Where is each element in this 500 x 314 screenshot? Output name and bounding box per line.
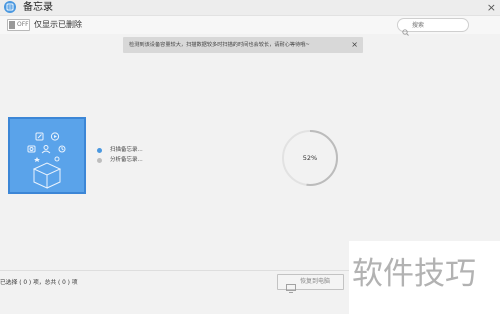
- memo-app-icon: [4, 1, 16, 13]
- status-label: 扫描备忘录...: [110, 147, 143, 153]
- toolbar: OFF 仅显示已删除: [0, 16, 500, 36]
- search-icon: [402, 21, 409, 40]
- progress-percent: 52%: [302, 154, 318, 162]
- toggle-state-text: OFF: [17, 21, 29, 28]
- restore-button-label: 恢复到电脑: [300, 278, 331, 285]
- status-label: 分析备忘录...: [110, 157, 143, 163]
- notice-text: 检测到该设备容量较大，扫描数据较多时扫描的时间也会较长，请耐心等待哦~: [129, 42, 310, 48]
- toggle-knob: [9, 21, 15, 29]
- notice-close-button[interactable]: ×: [351, 37, 358, 53]
- footer-divider: [0, 270, 349, 271]
- search-box[interactable]: [397, 18, 469, 36]
- restore-to-pc-button[interactable]: 恢复到电脑: [277, 274, 344, 293]
- selection-count: 已选择 ( 0 ) 项，总共 ( 0 ) 项: [0, 280, 78, 286]
- title-bar: 备忘录 ×: [0, 0, 500, 16]
- watermark-logo: 软件技巧: [352, 256, 476, 292]
- show-deleted-toggle[interactable]: OFF: [7, 19, 30, 31]
- show-deleted-label: 仅显示已删除: [34, 20, 82, 29]
- window-title: 备忘录: [23, 2, 53, 13]
- window-close-button[interactable]: ×: [487, 0, 496, 15]
- scan-illustration: [8, 117, 86, 194]
- status-dot-active: [97, 148, 102, 153]
- search-input[interactable]: [412, 19, 464, 31]
- notice-banner: 检测到该设备容量较大，扫描数据较多时扫描的时间也会较长，请耐心等待哦~ ×: [123, 37, 363, 53]
- status-dot-pending: [97, 158, 102, 163]
- computer-icon: [286, 278, 296, 297]
